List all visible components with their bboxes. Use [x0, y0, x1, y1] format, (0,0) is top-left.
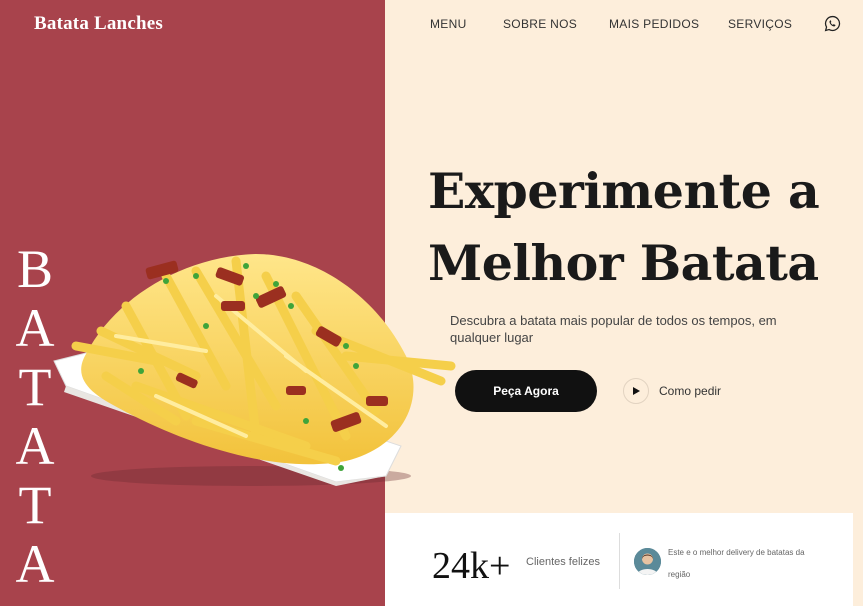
- nav-item-servicos[interactable]: SERVIÇOS: [728, 17, 792, 31]
- avatar: [634, 548, 661, 575]
- how-to-order-link[interactable]: Como pedir: [623, 377, 721, 405]
- hero-headline-line1: Experimente a: [428, 162, 820, 220]
- brand-logo[interactable]: Batata Lanches: [34, 13, 163, 35]
- hero-headline: Experimente a Melhor Batata: [428, 155, 848, 299]
- whatsapp-icon[interactable]: [824, 15, 841, 32]
- order-now-button[interactable]: Peça Agora: [455, 370, 597, 412]
- play-icon: [633, 387, 640, 395]
- play-button[interactable]: [623, 378, 649, 404]
- vertical-letter: A: [15, 534, 55, 594]
- nav-item-sobre-nos[interactable]: SOBRE NOS: [503, 17, 577, 31]
- happy-clients-label: Clientes felizes: [526, 556, 600, 568]
- nav-item-menu[interactable]: MENU: [430, 17, 467, 31]
- stats-divider: [619, 533, 620, 589]
- testimonial-text: Este e o melhor delivery de batatas da r…: [668, 548, 805, 579]
- happy-clients-count: 24k+: [432, 545, 511, 587]
- nav-item-mais-pedidos[interactable]: MAIS PEDIDOS: [609, 17, 699, 31]
- person-icon: [634, 548, 661, 575]
- fries-with-bacon-image: [53, 254, 456, 486]
- hero-headline-line2: Melhor Batata: [428, 234, 819, 292]
- how-to-order-label: Como pedir: [659, 384, 722, 398]
- hero-subtitle: Descubra a batata mais popular de todos …: [450, 313, 777, 345]
- stats-card: 24k+ Clientes felizes Este e o melhor de…: [385, 513, 853, 606]
